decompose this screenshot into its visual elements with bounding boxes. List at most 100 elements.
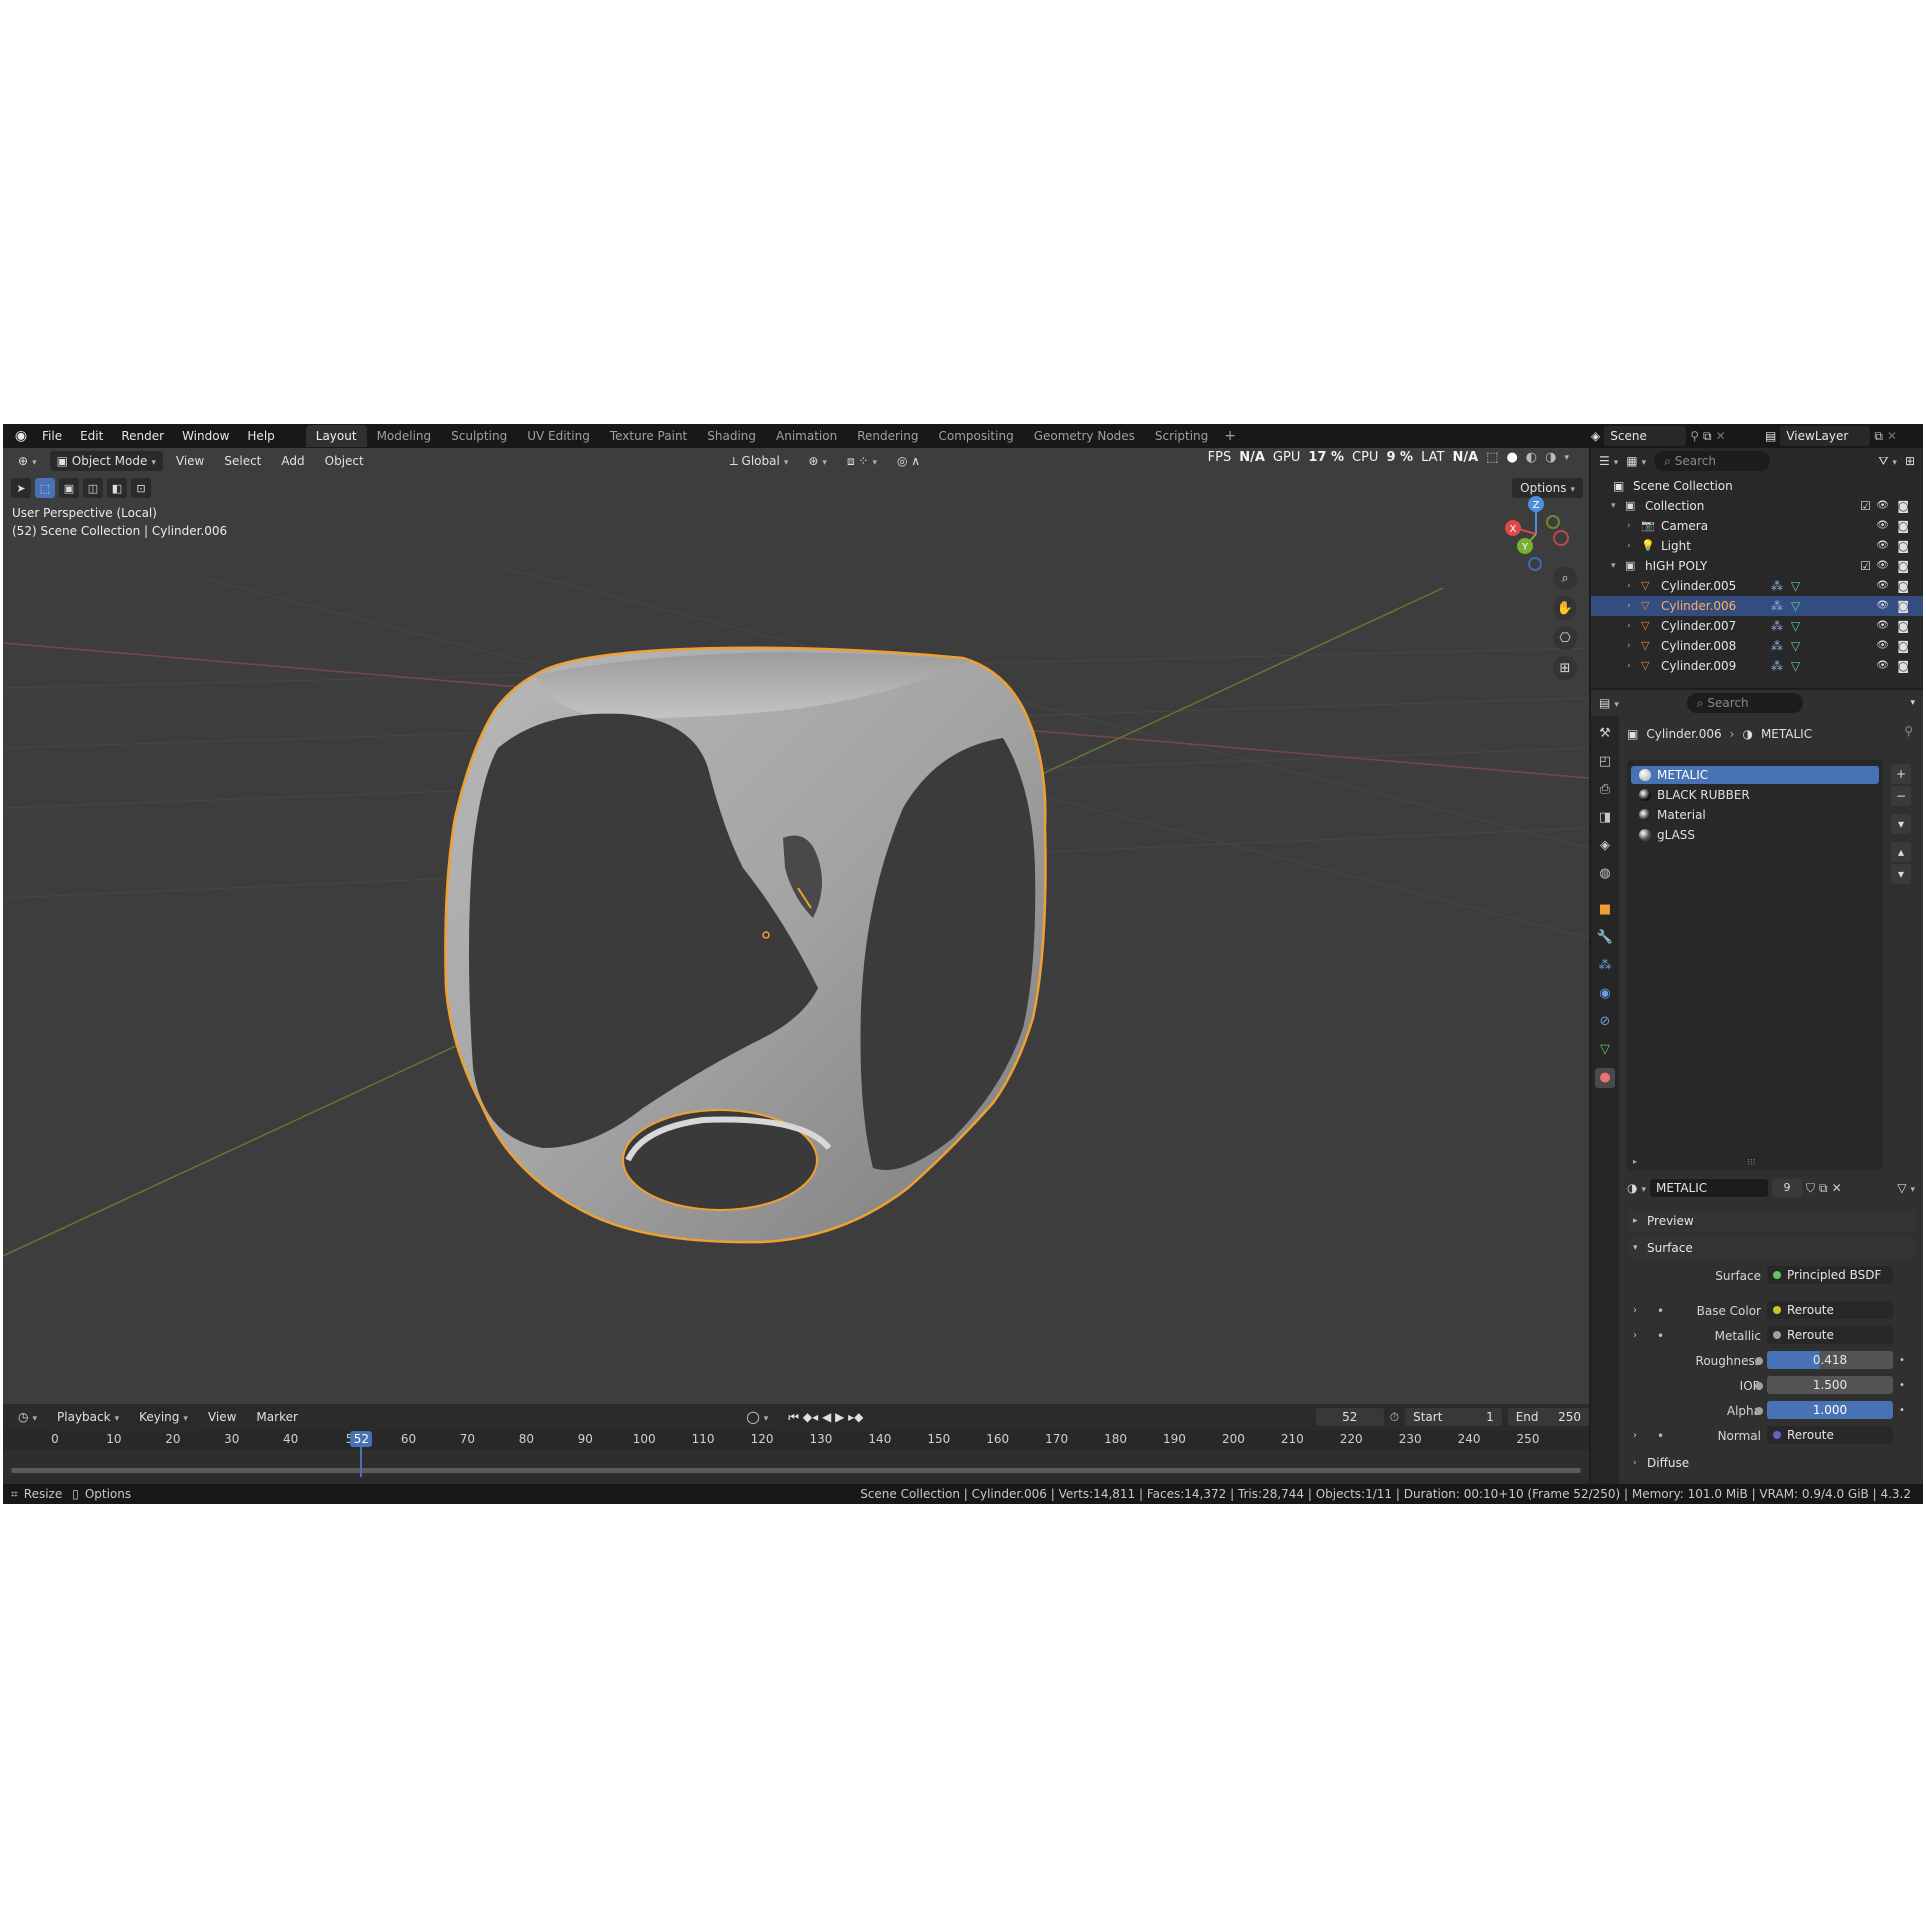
keying-menu[interactable]: Keying ▾ [132, 1407, 195, 1427]
outliner-item[interactable]: › 📷 Camera 👁 ◙ [1591, 516, 1923, 536]
new-scene-icon[interactable]: ⧉ [1703, 429, 1712, 444]
metallic-expand-icon[interactable]: › [1633, 1326, 1637, 1346]
timeline-scrollbar[interactable] [11, 1468, 1581, 1473]
shading-solid-icon[interactable]: ● [1506, 450, 1517, 465]
alpha-slider[interactable]: 1.000 [1767, 1401, 1893, 1419]
expand-chevron-icon[interactable]: ▾ [1611, 556, 1616, 576]
menu-render[interactable]: Render [112, 424, 173, 448]
tab-uv-editing[interactable]: UV Editing [517, 425, 600, 447]
base-color-field[interactable]: Reroute [1767, 1301, 1893, 1319]
metallic-field[interactable]: Reroute [1767, 1326, 1893, 1344]
tab-rendering[interactable]: Rendering [847, 425, 928, 447]
pin-icon[interactable]: ⚲ [1690, 429, 1699, 443]
blender-logo-icon[interactable]: ◉ [9, 428, 33, 444]
material-slot[interactable]: gLASS [1631, 826, 1879, 844]
tab-layout[interactable]: Layout [305, 425, 367, 447]
tab-compositing[interactable]: Compositing [928, 425, 1023, 447]
move-slot-up-button[interactable]: ▴ [1891, 842, 1911, 862]
modifier-icon[interactable]: ⁂ [1771, 576, 1783, 596]
shading-dropdown-icon[interactable]: ▾ [1564, 453, 1569, 463]
navigation-gizmo[interactable]: Z X Y [1501, 494, 1571, 574]
render-camera-icon[interactable]: ◙ [1897, 496, 1909, 516]
viewlayer-selector[interactable]: ▤ ViewLayer ⧉ ✕ [1765, 426, 1897, 446]
visibility-eye-icon[interactable]: 👁 [1876, 556, 1889, 576]
menu-file[interactable]: File [33, 424, 71, 448]
outliner-item[interactable]: ▾ ▣ Collection ☑ 👁 ◙ [1591, 496, 1923, 516]
new-viewlayer-icon[interactable]: ⧉ [1874, 429, 1883, 444]
tab-scripting[interactable]: Scripting [1145, 425, 1218, 447]
tab-modeling[interactable]: Modeling [367, 425, 442, 447]
timeline-menu-view[interactable]: View [201, 1407, 243, 1427]
visibility-eye-icon[interactable]: 👁 [1876, 616, 1889, 636]
remove-material-slot-button[interactable]: − [1891, 786, 1911, 806]
visibility-eye-icon[interactable]: 👁 [1876, 656, 1889, 676]
pin-properties-icon[interactable]: ⚲ [1904, 724, 1913, 738]
menu-window[interactable]: Window [173, 424, 238, 448]
render-camera-icon[interactable]: ◙ [1897, 616, 1909, 636]
jump-keyframe-back-icon[interactable]: ◆◂ [803, 1410, 818, 1424]
material-name-field[interactable]: METALIC [1650, 1179, 1769, 1197]
ortho-grid-icon[interactable]: ⊞ [1553, 656, 1577, 680]
expand-chevron-icon[interactable]: ▾ [1611, 496, 1616, 516]
gizmo-neg-z[interactable] [1528, 557, 1542, 571]
exclude-checkbox[interactable]: ☑ [1860, 496, 1871, 516]
select-box-subtract-icon[interactable]: ◫ [83, 478, 103, 498]
physics-tab-icon[interactable]: ◉ [1595, 984, 1615, 1004]
properties-editor-icon[interactable]: ▤ ▾ [1599, 696, 1619, 710]
output-tab-icon[interactable]: ⎙ [1595, 780, 1615, 800]
shading-rendered-icon[interactable]: ◑ [1545, 450, 1556, 465]
render-camera-icon[interactable]: ◙ [1897, 596, 1909, 616]
visibility-eye-icon[interactable]: 👁 [1876, 496, 1889, 516]
outliner-item[interactable]: ▾ ▣ hIGH POLY ☑ 👁 ◙ [1591, 556, 1923, 576]
preview-panel-header[interactable]: ▸ Preview [1627, 1210, 1915, 1232]
gizmo-neg-x[interactable] [1553, 530, 1569, 546]
timeline-menu-marker[interactable]: Marker [249, 1407, 304, 1427]
tab-geometry-nodes[interactable]: Geometry Nodes [1024, 425, 1145, 447]
modifier-icon[interactable]: ⁂ [1771, 656, 1783, 676]
timeline-ruler[interactable]: 0102030405607080901001101201301401501601… [3, 1430, 1589, 1450]
camera-view-icon[interactable]: ⎔ [1553, 626, 1577, 650]
material-slot-list[interactable]: ▸ ⁝⁝⁝ METALIC BLACK RUBBER Material gLASS [1627, 760, 1883, 1170]
render-camera-icon[interactable]: ◙ [1897, 536, 1909, 556]
mesh-data-icon[interactable]: ▽ [1791, 576, 1800, 596]
outliner-item[interactable]: › ▽ Cylinder.009 ⁂ ▽ 👁 ◙ [1591, 656, 1923, 676]
render-camera-icon[interactable]: ◙ [1897, 556, 1909, 576]
constraints-tab-icon[interactable]: ⊘ [1595, 1012, 1615, 1032]
expand-chevron-icon[interactable]: › [1627, 596, 1631, 616]
tab-texture-paint[interactable]: Texture Paint [600, 425, 697, 447]
timeline-track[interactable] [3, 1450, 1589, 1476]
particles-tab-icon[interactable]: ⁂ [1595, 956, 1615, 976]
modifier-icon[interactable]: ⁂ [1771, 636, 1783, 656]
render-tab-icon[interactable]: ◰ [1595, 752, 1615, 772]
mode-dropdown[interactable]: ▣ Object Mode ▾ [49, 451, 163, 471]
select-tool-icon[interactable]: ➤ [11, 478, 31, 498]
base-color-expand-icon[interactable]: › [1633, 1301, 1637, 1321]
tool-tab-icon[interactable]: ⚒ [1595, 724, 1615, 744]
material-user-count[interactable]: 9 [1772, 1179, 1803, 1197]
mesh-data-icon[interactable]: ▽ [1791, 596, 1800, 616]
timeline[interactable]: ◷ ▾ Playback ▾ Keying ▾ View Marker ◯ ▾ ⏮ ◆◂… [3, 1404, 1589, 1484]
visibility-eye-icon[interactable]: 👁 [1876, 516, 1889, 536]
transform-orientation-dropdown[interactable]: ⟂ Global ▾ [723, 451, 796, 471]
material-slot[interactable]: Material [1631, 806, 1879, 824]
duplicate-material-icon[interactable]: ⧉ [1819, 1181, 1828, 1196]
scene-name-field[interactable]: Scene [1604, 426, 1687, 446]
ior-socket-icon[interactable] [1755, 1382, 1763, 1390]
roughness-socket-icon[interactable] [1755, 1357, 1763, 1365]
play-reverse-icon[interactable]: ◀ [822, 1410, 831, 1424]
play-icon[interactable]: ▶ [835, 1410, 844, 1424]
render-camera-icon[interactable]: ◙ [1897, 636, 1909, 656]
zoom-icon[interactable]: ⌕ [1553, 566, 1577, 590]
jump-keyframe-forward-icon[interactable]: ▸◆ [848, 1410, 863, 1424]
viewport-menu-view[interactable]: View [169, 451, 211, 471]
properties-options-icon[interactable]: ▾ [1910, 698, 1915, 708]
data-tab-icon[interactable]: ▽ [1595, 1040, 1615, 1060]
outliner-item[interactable]: › ▽ Cylinder.006 ⁂ ▽ 👁 ◙ [1591, 596, 1923, 616]
visibility-eye-icon[interactable]: 👁 [1876, 596, 1889, 616]
move-slot-down-button[interactable]: ▾ [1891, 864, 1911, 884]
render-camera-icon[interactable]: ◙ [1897, 656, 1909, 676]
select-box-new-icon[interactable]: ⬚ [35, 478, 55, 498]
filter-icon[interactable]: ⛛ ▾ [1878, 454, 1897, 469]
normal-expand-icon[interactable]: › [1633, 1426, 1637, 1446]
outliner-search-input[interactable]: ⌕ Search [1654, 451, 1771, 471]
